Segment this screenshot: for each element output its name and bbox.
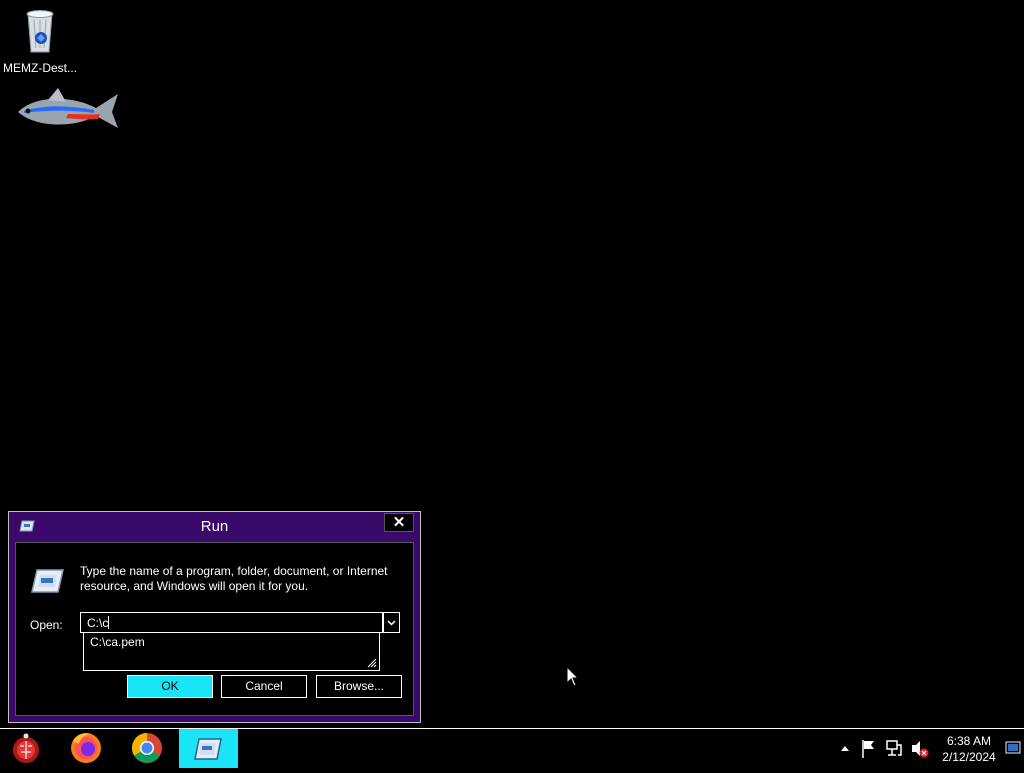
start-button[interactable] xyxy=(0,729,59,768)
network-icon[interactable] xyxy=(885,729,903,768)
fish-icon xyxy=(18,88,118,128)
show-hidden-icons-icon[interactable] xyxy=(838,729,852,768)
dialog-title: Run xyxy=(200,518,229,535)
dialog-description: Type the name of a program, folder, docu… xyxy=(80,564,388,593)
cancel-button[interactable]: Cancel xyxy=(221,675,307,698)
start-orb-icon xyxy=(13,733,39,763)
resize-grip-icon[interactable] xyxy=(367,658,377,668)
autocomplete-list: C:\ca.pem xyxy=(83,632,380,671)
taskbar-firefox[interactable] xyxy=(58,729,117,768)
clock-date: 2/12/2024 xyxy=(942,750,996,764)
ok-button[interactable]: OK xyxy=(127,675,213,698)
run-icon xyxy=(31,569,64,593)
taskbar: 6:38 AM 2/12/2024 xyxy=(0,728,1024,768)
browse-button[interactable]: Browse... xyxy=(316,675,402,698)
mouse-cursor-icon xyxy=(566,666,580,687)
recycle-bin-icon xyxy=(26,10,54,53)
desktop-fish[interactable] xyxy=(14,84,120,141)
taskbar-chrome[interactable] xyxy=(118,729,177,768)
volume-muted-icon[interactable] xyxy=(910,729,930,768)
dialog-body: Type the name of a program, folder, docu… xyxy=(15,542,414,716)
title-bar[interactable]: Run ✕ xyxy=(9,512,420,540)
open-input-value: C:\c xyxy=(87,616,109,630)
autocomplete-item[interactable]: C:\ca.pem xyxy=(90,635,373,649)
desktop-icon-recycle-bin[interactable]: MEMZ-Dest... xyxy=(0,6,80,75)
firefox-icon xyxy=(71,733,101,763)
notifications-icon[interactable] xyxy=(1004,729,1022,768)
taskbar-run[interactable] xyxy=(179,729,238,768)
open-input[interactable]: C:\c xyxy=(80,612,383,633)
desktop-icon-label: MEMZ-Dest... xyxy=(3,61,77,75)
close-button[interactable]: ✕ xyxy=(384,513,414,532)
open-label: Open: xyxy=(30,618,63,632)
open-dropdown-button[interactable] xyxy=(383,612,400,633)
text-caret xyxy=(108,616,110,629)
run-icon xyxy=(194,738,222,760)
flag-icon[interactable] xyxy=(860,729,878,768)
run-dialog: Run ✕ Type the name of a program, folder… xyxy=(8,511,421,723)
clock-time: 6:38 AM xyxy=(946,734,992,748)
chevron-down-icon xyxy=(387,620,396,626)
chrome-icon xyxy=(131,733,162,764)
clock[interactable]: 6:38 AM 2/12/2024 xyxy=(938,733,1000,765)
